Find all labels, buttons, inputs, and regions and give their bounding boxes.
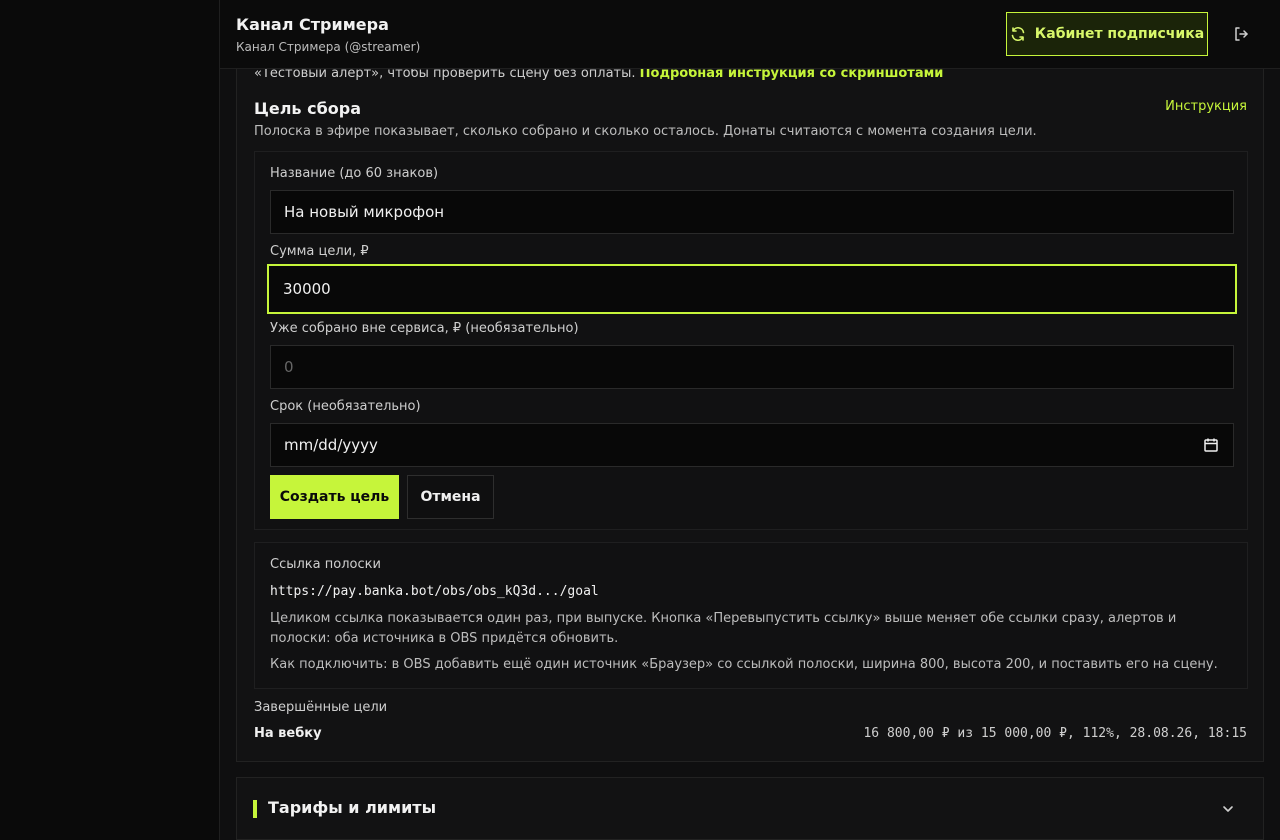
bar-link-url[interactable]: https://pay.banka.bot/obs/obs_kQ3d.../go… xyxy=(270,584,599,599)
main-area: Канал Стримера Канал Стримера (@streamer… xyxy=(220,0,1280,840)
goal-form: Название (до 60 знаков) На новый микрофо… xyxy=(254,151,1248,530)
top-bar: Канал Стримера Канал Стримера (@streamer… xyxy=(220,0,1280,69)
goal-name-label: Название (до 60 знаков) xyxy=(270,166,439,181)
tariffs-title: Тарифы и лимиты xyxy=(268,798,437,817)
bar-link-label: Ссылка полоски xyxy=(270,557,381,572)
chevron-down-icon[interactable] xyxy=(1221,802,1235,816)
goal-description: Полоска в эфире показывает, сколько собр… xyxy=(254,124,1037,139)
subscriber-cabinet-button[interactable]: Кабинет подписчика xyxy=(1006,12,1208,56)
deadline-label: Срок (необязательно) xyxy=(270,399,421,414)
settings-scroll-area[interactable]: «Тестовый алерт», чтобы проверить сцену … xyxy=(236,69,1264,840)
goal-section-title: Цель сбора xyxy=(254,99,361,118)
tariffs-section[interactable]: Тарифы и лимиты xyxy=(236,777,1264,840)
goal-amount-input[interactable]: 30000 xyxy=(267,264,1237,314)
bar-link-note: Целиком ссылка показывается один раз, пр… xyxy=(270,611,1177,646)
section-accent-bar xyxy=(253,800,257,818)
intro-text-body: «Тестовый алерт», чтобы проверить сцену … xyxy=(254,69,636,81)
completed-goal-stats: 16 800,00 ₽ из 15 000,00 ₽, 112%, 28.08.… xyxy=(863,726,1247,741)
create-goal-button[interactable]: Создать цель xyxy=(270,475,399,519)
obs-setup-note: Как подключить: в OBS добавить ещё один … xyxy=(270,657,1218,672)
alerts-panel: «Тестовый алерт», чтобы проверить сцену … xyxy=(236,69,1264,762)
subscriber-cabinet-label: Кабинет подписчика xyxy=(1034,26,1205,42)
instruction-screenshots-link[interactable]: Подробная инструкция со скриншотами xyxy=(640,69,944,81)
deadline-date-input[interactable]: mm/dd/yyyy xyxy=(270,423,1234,467)
channel-subtitle: Канал Стримера (@streamer) xyxy=(236,40,421,54)
deadline-date-value: mm/dd/yyyy xyxy=(284,436,378,454)
refresh-icon xyxy=(1011,27,1025,41)
intro-text: «Тестовый алерт», чтобы проверить сцену … xyxy=(254,69,943,81)
left-sidebar xyxy=(0,0,220,840)
goal-instruction-link[interactable]: Инструкция xyxy=(1165,99,1247,114)
goal-name-input[interactable]: На новый микрофон xyxy=(270,190,1234,234)
bar-link-box: Ссылка полоски https://pay.banka.bot/obs… xyxy=(254,542,1248,689)
page-title: Канал Стримера xyxy=(236,15,389,34)
goal-amount-label: Сумма цели, ₽ xyxy=(270,244,369,259)
collected-outside-input[interactable]: 0 xyxy=(270,345,1234,389)
calendar-icon[interactable] xyxy=(1203,437,1219,453)
cancel-button[interactable]: Отмена xyxy=(407,475,494,519)
completed-goal-name: На вебку xyxy=(254,726,322,741)
collected-outside-label: Уже собрано вне сервиса, ₽ (необязательн… xyxy=(270,321,579,336)
logout-icon[interactable] xyxy=(1232,25,1250,43)
completed-goals-label: Завершённые цели xyxy=(254,700,388,715)
